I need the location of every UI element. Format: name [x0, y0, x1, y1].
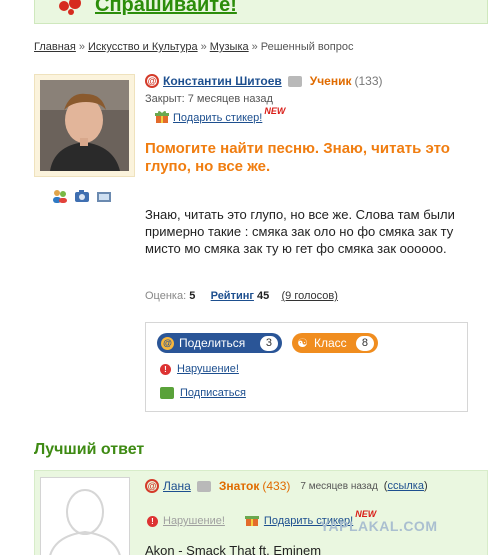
warning-icon: !: [160, 363, 171, 375]
answer-time: 7 месяцев назад: [300, 480, 378, 492]
author-rank-count: (133): [354, 74, 383, 88]
top-banner: Спрашивайте!: [34, 0, 488, 24]
class-button[interactable]: ☯ Класс 8: [292, 333, 378, 353]
answer-author-rank: Знаток: [218, 479, 260, 493]
asker-avatar-frame: [34, 74, 135, 177]
breadcrumb-separator: »: [78, 41, 85, 53]
message-icon[interactable]: [287, 75, 302, 87]
ask-link[interactable]: Спрашивайте!: [95, 0, 237, 17]
new-badge: NEW: [264, 106, 286, 116]
question-body: Знаю, читать это глупо, но все же. Слова…: [145, 207, 455, 256]
asker-tools: [52, 189, 112, 203]
watermark: YAPLAKAL.COM: [320, 518, 438, 534]
avatar[interactable]: [40, 80, 129, 171]
breadcrumb-art-culture[interactable]: Искусство и Культура: [88, 41, 198, 53]
at-icon: @: [161, 336, 174, 350]
question-mark-logo-icon: [57, 0, 87, 16]
answer-author-name[interactable]: Лана: [163, 479, 191, 493]
odnoklassniki-icon: ☯: [297, 335, 308, 350]
answer-text: Akon - Smack That ft. Eminem: [145, 543, 322, 555]
class-count: 8: [355, 335, 374, 351]
breadcrumb: Главная» Искусство и Культура» Музыка» Реше…: [34, 41, 353, 53]
author-name[interactable]: Константин Шитоев: [163, 74, 282, 88]
violation-link[interactable]: Нарушение!: [177, 363, 239, 375]
answer-violation-link[interactable]: Нарушение!: [163, 515, 225, 527]
answer-author-line: @ Лана Знаток (433) 7 месяцев назад (ссы…: [145, 479, 428, 493]
link-paren-close: ): [423, 480, 428, 492]
best-answer-box: @ Лана Знаток (433) 7 месяцев назад (ссы…: [34, 470, 488, 555]
mail-at-icon: @: [145, 479, 159, 493]
breadcrumb-separator: »: [200, 41, 207, 53]
question-ratings: Оценка: 5 Рейтинг 45 (9 голосов): [145, 290, 338, 302]
breadcrumb-music[interactable]: Музыка: [210, 41, 249, 53]
photo-icon[interactable]: [74, 189, 90, 203]
share-label: Поделиться: [179, 336, 246, 350]
violation-row: ! Нарушение!: [160, 363, 239, 375]
answer-rank-count: (433): [262, 479, 291, 493]
subscribe-row: Подписаться: [160, 387, 246, 399]
breadcrumb-separator: »: [251, 41, 258, 53]
subscribe-link[interactable]: Подписаться: [180, 387, 246, 399]
mail-at-icon: @: [145, 74, 159, 88]
gift-sticker-link[interactable]: Подарить стикер!: [173, 112, 262, 124]
share-count: 3: [259, 335, 278, 351]
subscribe-icon: [160, 387, 174, 399]
breadcrumb-current: Решенный вопрос: [260, 41, 354, 53]
video-icon[interactable]: [96, 189, 112, 203]
question-author-line: @ Константин Шитоев Ученик (133): [145, 74, 383, 88]
answer-avatar[interactable]: [40, 477, 130, 555]
score-value: 5: [189, 290, 196, 302]
rating-value: 45: [257, 290, 270, 302]
gift-icon: [155, 110, 169, 126]
answer-permalink[interactable]: ссылка: [387, 480, 424, 492]
best-answer-heading: Лучший ответ: [34, 441, 145, 458]
class-label: Класс: [314, 336, 347, 350]
rating-link[interactable]: Рейтинг: [211, 290, 254, 302]
gift-sticker-row: Подарить стикер! NEW: [155, 106, 285, 126]
score-label: Оценка:: [145, 290, 187, 302]
warning-icon: !: [147, 515, 158, 527]
share-button[interactable]: @ Поделиться 3: [157, 333, 282, 353]
share-box: @ Поделиться 3 ☯ Класс 8 ! Нарушение! По…: [145, 322, 468, 412]
question-title: Помогите найти песню. Знаю, читать это г…: [145, 140, 450, 175]
breadcrumb-home[interactable]: Главная: [34, 41, 76, 53]
message-icon[interactable]: [196, 480, 211, 492]
friends-icon[interactable]: [52, 189, 68, 203]
votes-link[interactable]: (9 голосов): [282, 290, 338, 302]
closed-status: Закрыт: 7 месяцев назад: [145, 93, 273, 105]
gift-icon: [244, 513, 259, 529]
author-rank: Ученик: [309, 74, 352, 88]
